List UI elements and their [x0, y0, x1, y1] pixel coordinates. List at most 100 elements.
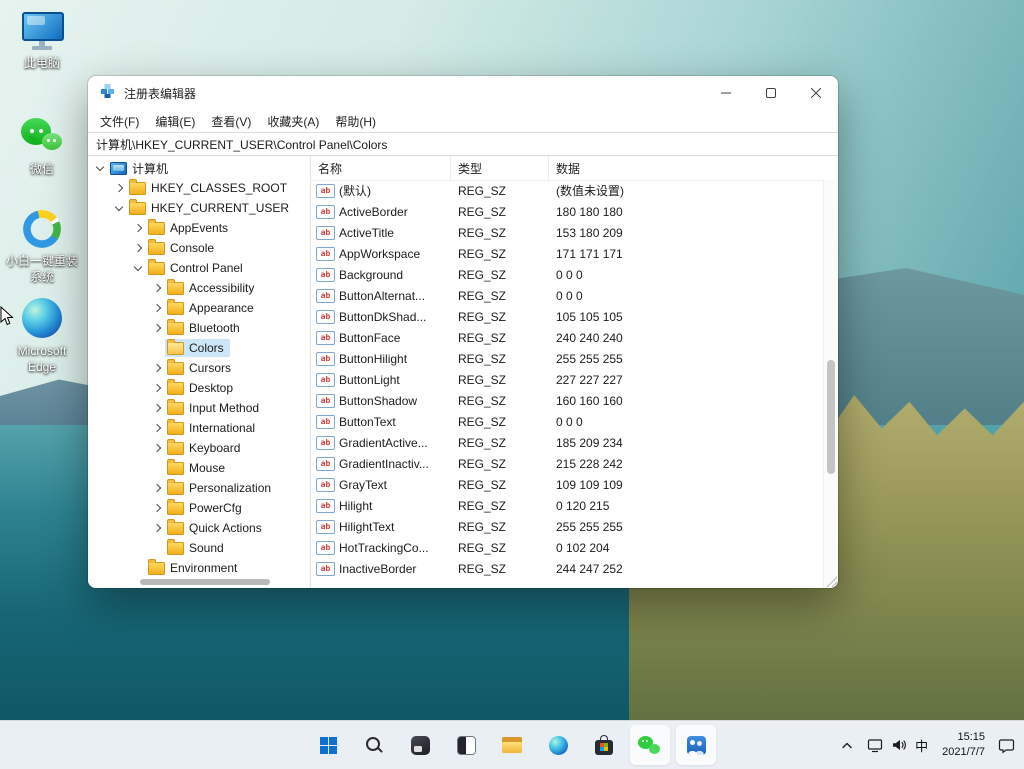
tree-scrollbar-thumb[interactable] — [140, 579, 270, 585]
value-type: REG_SZ — [451, 184, 549, 198]
value-data: 153 180 209 — [549, 226, 824, 240]
column-header-name[interactable]: 名称 — [311, 156, 451, 180]
list-row-InactiveBorder[interactable]: InactiveBorder REG_SZ 244 247 252 — [311, 558, 824, 579]
list-row-HilightText[interactable]: HilightText REG_SZ 255 255 255 — [311, 516, 824, 537]
minimize-button[interactable] — [703, 76, 748, 110]
expand-chevron-icon[interactable] — [130, 220, 146, 236]
list-row-HotTrackingCo...[interactable]: HotTrackingCo... REG_SZ 0 102 204 — [311, 537, 824, 558]
expand-chevron-icon[interactable] — [130, 260, 146, 276]
tree-item[interactable]: Colors — [88, 338, 310, 358]
maximize-button[interactable] — [748, 76, 793, 110]
expand-chevron-icon[interactable] — [149, 380, 165, 396]
tree-item[interactable]: HKEY_CLASSES_ROOT — [88, 178, 310, 198]
expand-chevron-icon[interactable] — [111, 180, 127, 196]
expand-chevron-icon[interactable] — [149, 440, 165, 456]
expand-chevron-icon[interactable] — [149, 400, 165, 416]
title-bar[interactable]: 注册表编辑器 — [88, 76, 838, 110]
column-header-type[interactable]: 类型 — [451, 156, 549, 180]
expand-chevron-icon[interactable] — [149, 280, 165, 296]
list-row-ButtonHilight[interactable]: ButtonHilight REG_SZ 255 255 255 — [311, 348, 824, 369]
menu-item[interactable]: 收藏夹(A) — [259, 111, 327, 132]
file-explorer-button[interactable] — [492, 725, 532, 765]
regedit-window: 注册表编辑器 文件(F)编辑(E)查看(V)收藏夹(A)帮助(H) 计算机\HK… — [88, 76, 838, 588]
expand-chevron-icon[interactable] — [149, 320, 165, 336]
expand-chevron-icon[interactable] — [149, 300, 165, 316]
wechat-button[interactable] — [630, 725, 670, 765]
tree-item[interactable]: Sound — [88, 538, 310, 558]
list-scrollbar-thumb[interactable] — [827, 360, 835, 474]
tree-item[interactable]: Bluetooth — [88, 318, 310, 338]
menu-item[interactable]: 查看(V) — [203, 111, 259, 132]
list-row-ButtonShadow[interactable]: ButtonShadow REG_SZ 160 160 160 — [311, 390, 824, 411]
tree-item[interactable]: Appearance — [88, 298, 310, 318]
list-row-GrayText[interactable]: GrayText REG_SZ 109 109 109 — [311, 474, 824, 495]
list-row-Background[interactable]: Background REG_SZ 0 0 0 — [311, 264, 824, 285]
microsoft-store-button[interactable] — [584, 725, 624, 765]
list-row-Hilight[interactable]: Hilight REG_SZ 0 120 215 — [311, 495, 824, 516]
edge-icon — [549, 736, 568, 755]
tree-item[interactable]: HKEY_CURRENT_USER — [88, 198, 310, 218]
tree-item[interactable]: International — [88, 418, 310, 438]
tree-item[interactable]: Cursors — [88, 358, 310, 378]
list-row-ButtonDkShad...[interactable]: ButtonDkShad... REG_SZ 105 105 105 — [311, 306, 824, 327]
list-row-AppWorkspace[interactable]: AppWorkspace REG_SZ 171 171 171 — [311, 243, 824, 264]
expand-chevron-icon[interactable] — [149, 520, 165, 536]
tree-item[interactable]: Mouse — [88, 458, 310, 478]
close-button[interactable] — [793, 76, 838, 110]
virtual-desktop-button[interactable] — [446, 725, 486, 765]
reg-sz-icon — [316, 289, 335, 303]
tree-item[interactable]: Keyboard — [88, 438, 310, 458]
task-view-button[interactable] — [400, 725, 440, 765]
edge-button[interactable] — [538, 725, 578, 765]
network-volume-group[interactable]: 中 — [861, 725, 934, 765]
list-row-ButtonText[interactable]: ButtonText REG_SZ 0 0 0 — [311, 411, 824, 432]
tree-item[interactable]: Accessibility — [88, 278, 310, 298]
desktop-icon-this-pc[interactable]: 此电脑 — [4, 10, 80, 72]
contacts-app-button[interactable] — [676, 725, 716, 765]
list-row-GradientInactiv...[interactable]: GradientInactiv... REG_SZ 215 228 242 — [311, 453, 824, 474]
tree-item[interactable]: Quick Actions — [88, 518, 310, 538]
tree-item[interactable]: Control Panel — [88, 258, 310, 278]
tree-item[interactable]: AppEvents — [88, 218, 310, 238]
expand-chevron-icon[interactable] — [111, 200, 127, 216]
list-vertical-scrollbar[interactable] — [823, 180, 838, 588]
tree-item[interactable]: PowerCfg — [88, 498, 310, 518]
tree-item[interactable]: Console — [88, 238, 310, 258]
desktop-icon-wechat[interactable]: 微信 — [4, 116, 80, 178]
expand-chevron-icon[interactable] — [149, 480, 165, 496]
menu-item[interactable]: 编辑(E) — [147, 111, 203, 132]
list-row-GradientActive...[interactable]: GradientActive... REG_SZ 185 209 234 — [311, 432, 824, 453]
hidden-icons-button[interactable] — [835, 725, 859, 765]
search-button[interactable] — [354, 725, 394, 765]
expand-chevron-icon[interactable] — [149, 360, 165, 376]
start-button[interactable] — [308, 725, 348, 765]
expand-chevron-icon[interactable] — [149, 420, 165, 436]
reg-sz-icon — [316, 520, 335, 534]
ime-indicator[interactable]: 中 — [915, 736, 928, 755]
expand-chevron-icon[interactable] — [149, 500, 165, 516]
list-row-(默认)[interactable]: (默认) REG_SZ (数值未设置) — [311, 180, 824, 201]
tree-item[interactable]: Personalization — [88, 478, 310, 498]
expand-chevron-icon[interactable] — [92, 160, 108, 176]
desktop-icon-xiaobai-reinstall[interactable]: 小白一键重装系统 — [4, 208, 80, 285]
menu-item[interactable]: 文件(F) — [92, 111, 147, 132]
list-row-ActiveTitle[interactable]: ActiveTitle REG_SZ 153 180 209 — [311, 222, 824, 243]
value-type: REG_SZ — [451, 436, 549, 450]
clock[interactable]: 15:15 2021/7/7 — [936, 725, 991, 765]
menu-item[interactable]: 帮助(H) — [327, 111, 384, 132]
address-bar[interactable]: 计算机\HKEY_CURRENT_USER\Control Panel\Colo… — [88, 132, 838, 156]
list-row-ButtonLight[interactable]: ButtonLight REG_SZ 227 227 227 — [311, 369, 824, 390]
expand-chevron-icon[interactable] — [130, 240, 146, 256]
tree-item[interactable]: Input Method — [88, 398, 310, 418]
tree-item[interactable]: 计算机 — [88, 158, 310, 178]
desktop-icon-microsoft-edge[interactable]: Microsoft Edge — [4, 298, 80, 375]
value-data: 185 209 234 — [549, 436, 824, 450]
list-row-ButtonFace[interactable]: ButtonFace REG_SZ 240 240 240 — [311, 327, 824, 348]
tree-item[interactable]: Desktop — [88, 378, 310, 398]
column-header-data[interactable]: 数据 — [549, 156, 838, 180]
list-row-ActiveBorder[interactable]: ActiveBorder REG_SZ 180 180 180 — [311, 201, 824, 222]
notification-center-button[interactable] — [993, 725, 1020, 765]
tree-horizontal-scrollbar[interactable] — [88, 576, 310, 588]
list-row-ButtonAlternat...[interactable]: ButtonAlternat... REG_SZ 0 0 0 — [311, 285, 824, 306]
tree-item[interactable]: Environment — [88, 558, 310, 578]
